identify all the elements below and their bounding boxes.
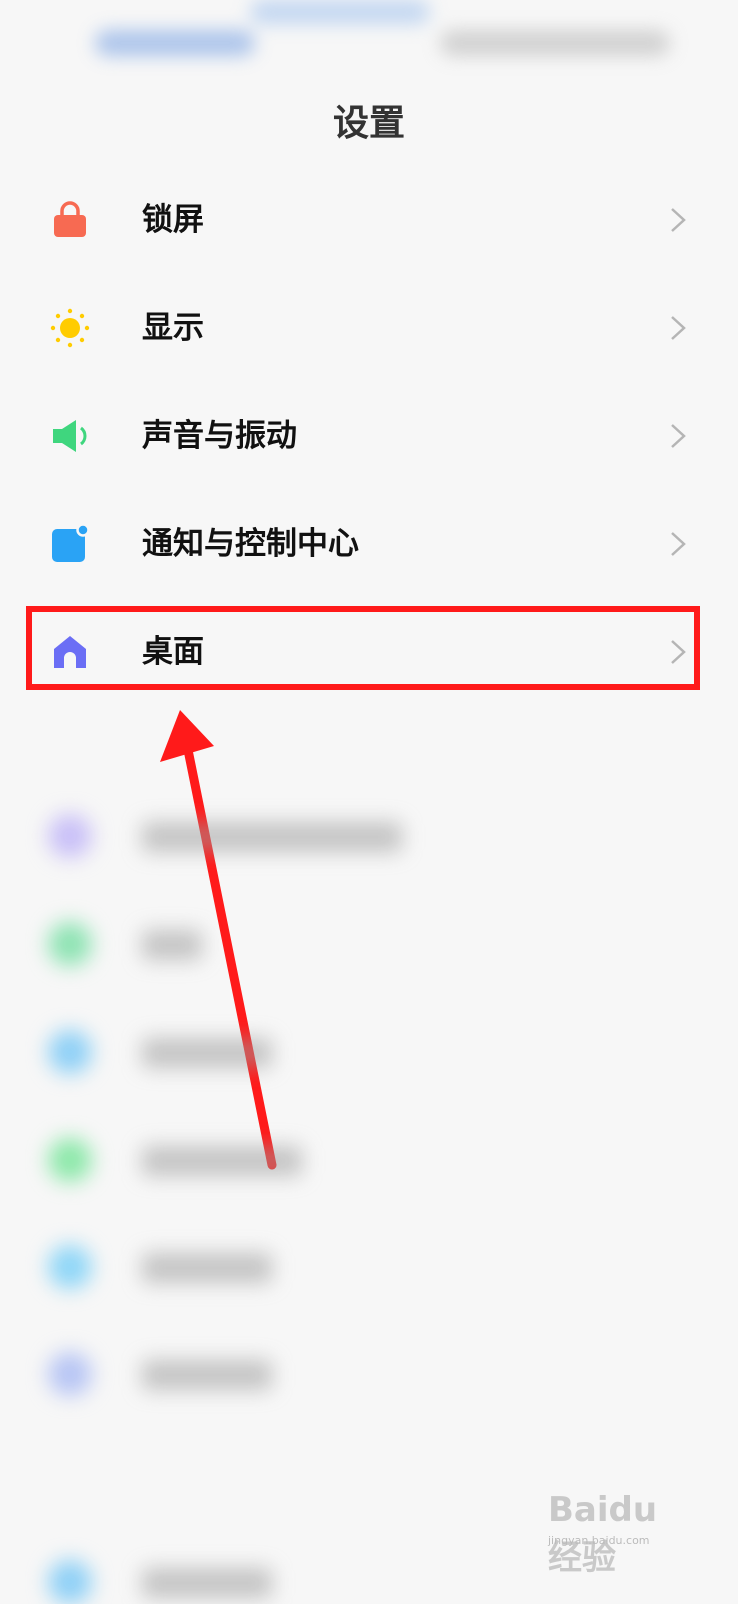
blurred-settings-area: [0, 0, 738, 1604]
watermark-url: jingyan.baidu.com: [548, 1534, 650, 1547]
watermark: Baidu经验 jingyan.baidu.com: [548, 1490, 688, 1578]
